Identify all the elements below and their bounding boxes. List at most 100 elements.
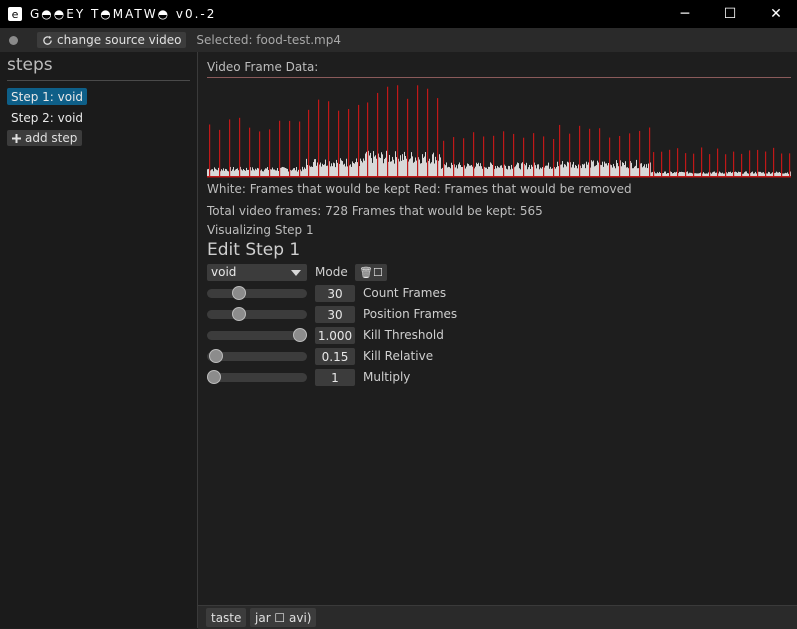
step-type-value: void <box>211 265 237 279</box>
removed-frame-spike <box>709 154 711 176</box>
removed-frame-spike <box>407 98 409 176</box>
kept-frame-bar <box>242 170 243 176</box>
position-frames-slider[interactable] <box>207 307 307 321</box>
kept-frame-bar <box>618 166 619 176</box>
kept-frame-bar <box>561 164 562 176</box>
kill-relative-input[interactable]: 0.15 <box>315 348 355 365</box>
kept-frame-bar <box>747 173 748 176</box>
minimize-icon[interactable]: ─ <box>662 0 708 28</box>
kept-frame-bar <box>731 172 732 176</box>
kept-frame-bar <box>787 172 788 176</box>
kept-frame-bar <box>298 169 299 176</box>
multiply-input[interactable]: 1 <box>315 369 355 386</box>
kept-frame-bar <box>613 163 614 176</box>
kill-threshold-input[interactable]: 1.000 <box>315 327 355 344</box>
removed-frame-spike <box>757 149 759 176</box>
kept-frame-bar <box>248 169 249 176</box>
kept-frame-bar <box>714 171 715 176</box>
step-item-1[interactable]: Step 1: void <box>7 88 88 105</box>
kept-frame-bar <box>748 173 749 176</box>
kept-frame-bar <box>542 167 543 176</box>
removed-frame-spike <box>269 129 271 176</box>
kept-frame-bar <box>690 172 691 176</box>
kept-frame-bar <box>304 167 305 176</box>
jar-button[interactable]: jar ☐ avi) <box>250 608 317 627</box>
slider-handle[interactable] <box>207 370 221 384</box>
kept-frame-bar <box>777 172 778 176</box>
edit-step-title: Edit Step 1 <box>207 240 301 260</box>
kept-frame-bar <box>471 165 472 176</box>
kept-frame-bar <box>729 172 730 176</box>
step-item-2[interactable]: Step 2: void <box>7 109 87 126</box>
slider-handle[interactable] <box>232 307 246 321</box>
kept-frame-bar <box>341 160 342 176</box>
kept-frame-bar <box>480 163 481 176</box>
kept-frame-bar <box>213 171 214 176</box>
kept-frame-bar <box>674 172 675 176</box>
chart-baseline <box>207 176 791 178</box>
removed-frame-spike <box>677 148 679 176</box>
kept-frame-bar <box>728 171 729 176</box>
kept-frame-bar <box>307 164 308 176</box>
kept-frame-bar <box>419 159 420 176</box>
kept-frame-bar <box>281 167 282 176</box>
kept-frame-bar <box>703 172 704 176</box>
kept-frame-bar <box>651 172 652 176</box>
slider-handle[interactable] <box>293 328 307 342</box>
count-frames-slider[interactable] <box>207 286 307 300</box>
kept-frame-bar <box>779 171 780 176</box>
step-type-select[interactable]: void <box>207 264 307 281</box>
kept-frame-bar <box>687 171 688 176</box>
kept-frame-bar <box>217 170 218 176</box>
kept-frame-bar <box>604 161 605 176</box>
kept-frame-bar <box>498 167 499 176</box>
kill-threshold-slider[interactable] <box>207 328 307 342</box>
close-icon[interactable]: ✕ <box>753 0 797 28</box>
change-source-video-button[interactable]: change source video <box>37 32 187 48</box>
kept-frame-bar <box>461 166 462 176</box>
kept-frame-bar <box>764 173 765 176</box>
kept-frame-bar <box>657 172 658 176</box>
kept-frame-bar <box>409 159 410 176</box>
taste-button[interactable]: taste <box>206 608 247 627</box>
steps-divider <box>7 80 190 81</box>
kept-frame-bar <box>218 167 219 176</box>
kept-frame-bar <box>413 162 414 176</box>
maximize-icon[interactable]: ☐ <box>707 0 753 28</box>
position-frames-input[interactable]: 30 <box>315 306 355 323</box>
kept-frame-bar <box>365 153 366 176</box>
kept-frame-bar <box>564 164 565 176</box>
kept-frame-bar <box>496 168 497 176</box>
kept-frame-bar <box>439 154 440 176</box>
kept-frame-bar <box>502 167 503 176</box>
slider-handle[interactable] <box>232 286 246 300</box>
kept-frame-bar <box>400 155 401 176</box>
kept-frame-bar <box>772 172 773 176</box>
kept-frame-bar <box>603 166 604 176</box>
kept-frame-bar <box>426 162 427 176</box>
slider-handle[interactable] <box>209 349 223 363</box>
kept-frame-bar <box>655 173 656 176</box>
kept-frame-bar <box>775 172 776 176</box>
kept-frame-bar <box>225 168 226 176</box>
count-frames-input[interactable]: 30 <box>315 285 355 302</box>
kept-frame-bar <box>566 166 567 176</box>
removed-frame-spike <box>693 153 695 176</box>
kept-frame-bar <box>222 170 223 176</box>
kept-frame-bar <box>226 169 227 176</box>
kept-frame-bar <box>247 169 248 176</box>
removed-frame-spike <box>749 150 751 176</box>
multiply-slider[interactable] <box>207 370 307 384</box>
removed-frame-spike <box>629 133 631 176</box>
mode-button[interactable]: 🗑☐ <box>355 264 387 281</box>
kept-frame-bar <box>666 173 667 176</box>
kept-frame-bar <box>472 166 473 176</box>
kept-frame-bar <box>648 163 649 176</box>
kept-frame-bar <box>736 172 737 176</box>
kill-relative-slider[interactable] <box>207 349 307 363</box>
kept-frame-bar <box>706 173 707 176</box>
kept-frame-bar <box>212 169 213 176</box>
add-step-button[interactable]: add step <box>7 130 83 146</box>
kept-frame-bar <box>479 166 480 176</box>
kept-frame-bar <box>664 171 665 176</box>
